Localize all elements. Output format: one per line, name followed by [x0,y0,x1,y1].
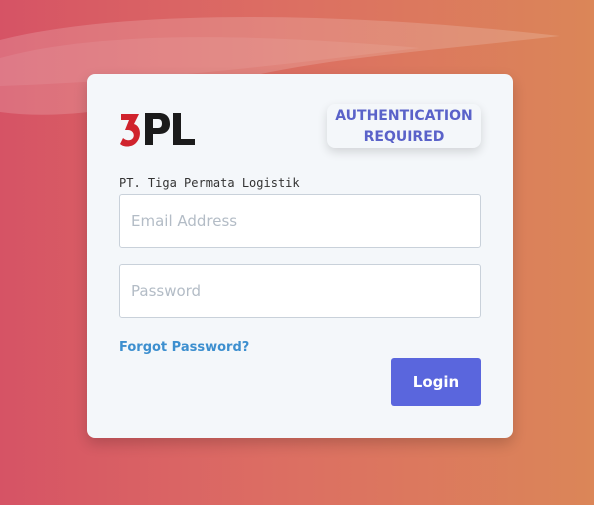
company-name: PT. Tiga Permata Logistik [119,176,300,190]
auth-badge-line1: AUTHENTICATION [335,108,473,124]
authentication-required-badge: AUTHENTICATION REQUIRED [327,104,481,148]
forgot-password-link[interactable]: Forgot Password? [119,340,249,355]
login-card: AUTHENTICATION REQUIRED PT. Tiga Permata… [87,74,513,438]
login-button[interactable]: Login [391,358,481,406]
auth-badge-line2: REQUIRED [363,129,445,145]
company-logo [120,113,195,147]
password-field[interactable] [119,264,481,318]
email-field[interactable] [119,194,481,248]
